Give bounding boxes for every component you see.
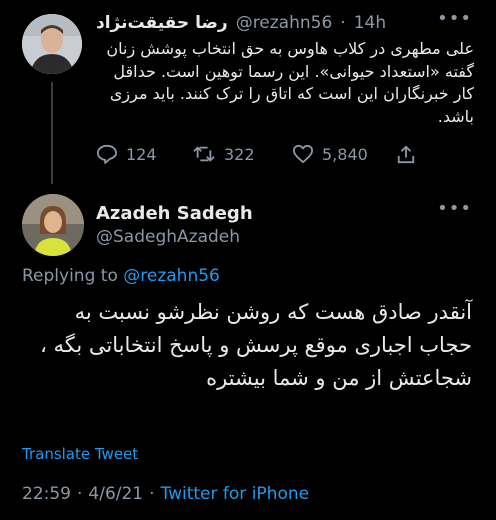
tweet2-display-name[interactable]: Azadeh Sadegh [96,203,253,224]
reply-icon [96,144,118,164]
like-icon [292,144,314,164]
thread-connector [51,82,53,184]
share-icon [396,144,416,164]
tweet1-action-bar: 124 322 5,840 [96,142,426,166]
tweet1-display-name[interactable]: رضا حقیقت‌نژاد [96,13,228,33]
replying-prefix: Replying to [22,266,118,286]
tweet1-handle[interactable]: @rezahn56 [236,13,333,33]
reply-button[interactable]: 124 [96,144,192,164]
share-button[interactable] [396,144,416,164]
replying-to: Replying to @rezahn56 [22,266,220,286]
reply-count: 124 [126,144,157,164]
tweet1-separator: · [340,13,346,33]
tweet2-more-icon[interactable]: ••• [437,198,472,219]
tweet2-handle[interactable]: @SadeghAzadeh [96,227,240,247]
replying-to-link[interactable]: @rezahn56 [123,266,220,286]
meta-dot: · [77,484,83,504]
translate-tweet-link[interactable]: Translate Tweet [22,445,138,463]
avatar-rezahn56[interactable] [22,14,82,74]
meta-dot: · [149,484,155,504]
tweet1-body: علی مطهری در کلاب هاوس به حق انتخاب پوشش… [106,39,474,126]
tweet1-time[interactable]: 14h [354,13,386,33]
tweet1-header: رضا حقیقت‌نژاد @rezahn56 · 14h [96,10,446,36]
tweet2-body: آنقدر صادق هست که روشن نظرشو نسبت به حجا… [40,300,472,390]
like-count: 5,840 [322,144,368,164]
like-button[interactable]: 5,840 [292,144,396,164]
tweet2-date[interactable]: 4/6/21 [88,484,143,504]
avatar-sadeghazadeh[interactable] [22,194,84,256]
retweet-count: 322 [224,144,255,164]
tweet1-more-icon[interactable]: ••• [437,8,472,29]
avatar-image [22,194,84,256]
avatar-image [22,14,82,74]
tweet2-meta: 22:59 · 4/6/21 · Twitter for iPhone [22,484,309,504]
tweet2-time[interactable]: 22:59 [22,484,71,504]
retweet-button[interactable]: 322 [192,144,292,164]
retweet-icon [192,144,216,164]
tweet2-source-link[interactable]: Twitter for iPhone [161,484,310,504]
